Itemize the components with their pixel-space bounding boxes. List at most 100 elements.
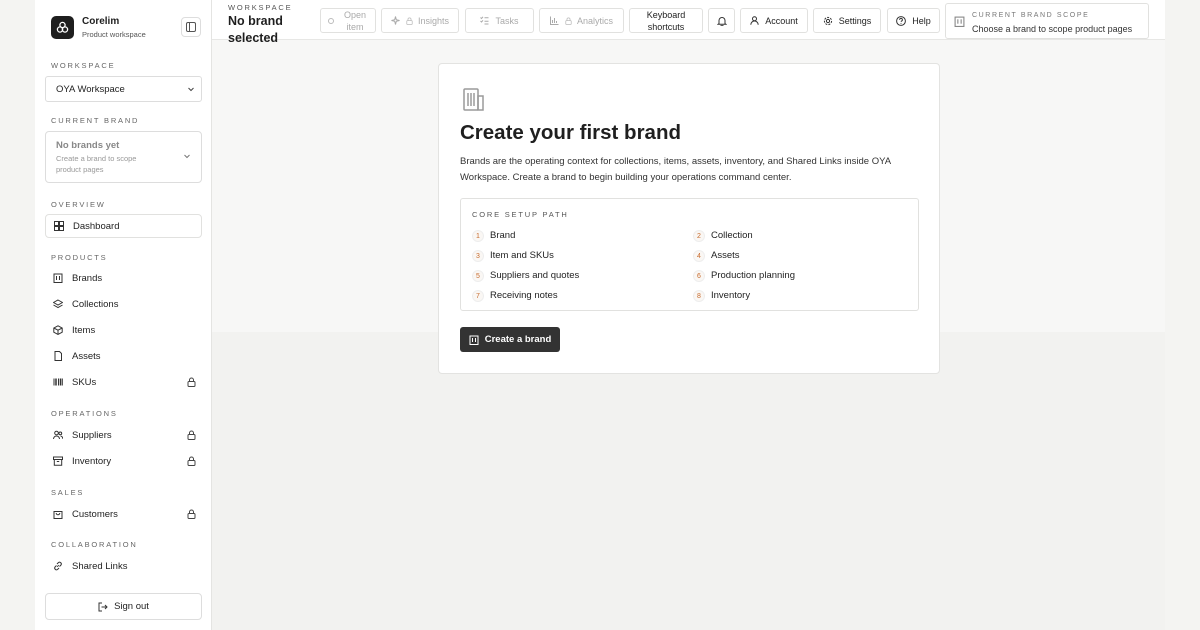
app-window: Corelim Product workspace WORKSPACE OYA … — [35, 0, 1165, 630]
sidebar-item-label: Customers — [72, 508, 118, 520]
brand-selector[interactable]: No brands yet Create a brand to scope pr… — [45, 131, 202, 183]
account-button[interactable]: Account — [740, 8, 808, 33]
lock-icon — [187, 509, 196, 519]
sparkle-icon — [391, 16, 400, 25]
user-icon — [750, 16, 759, 25]
sidebar-item-dashboard[interactable]: Dashboard — [45, 214, 202, 238]
users-icon — [53, 430, 63, 440]
step-label: Item and SKUs — [490, 249, 554, 261]
setup-step: 1 Brand — [472, 228, 515, 242]
setup-step: 6 Production planning — [693, 268, 795, 282]
setup-step: 5 Suppliers and quotes — [472, 268, 579, 282]
sidebar-item-inventory[interactable]: Inventory — [45, 449, 202, 473]
brand-scope-text: Choose a brand to scope product pages — [972, 24, 1133, 34]
setup-path-caption: CORE SETUP PATH — [472, 210, 569, 219]
step-number: 7 — [472, 290, 484, 302]
help-button[interactable]: Help — [887, 8, 940, 33]
operations-section-label: OPERATIONS — [51, 409, 118, 418]
keyboard-shortcuts-label: Keyboard shortcuts — [646, 9, 686, 32]
sidebar-item-suppliers[interactable]: Suppliers — [45, 423, 202, 447]
current-brand-section-label: CURRENT BRAND — [51, 116, 140, 125]
tasks-label: Tasks — [495, 15, 519, 26]
brand-empty-hint: Create a brand to scope product pages — [56, 154, 137, 174]
sidebar-item-brands[interactable]: Brands — [45, 266, 202, 290]
sign-out-label: Sign out — [114, 601, 149, 612]
setup-step: 3 Item and SKUs — [472, 248, 554, 262]
brand-empty-title: No brands yet — [56, 140, 120, 151]
help-label: Help — [912, 15, 931, 26]
analytics-button[interactable]: Analytics — [539, 8, 624, 33]
overview-section-label: OVERVIEW — [51, 200, 106, 209]
sidebar-item-label: SKUs — [72, 376, 97, 388]
step-number: 1 — [472, 230, 484, 242]
sidebar-item-customers[interactable]: Customers — [45, 502, 202, 526]
setup-step: 2 Collection — [693, 228, 753, 242]
lock-icon — [406, 17, 413, 25]
card-description: Brands are the operating context for col… — [460, 156, 891, 183]
step-label: Production planning — [711, 269, 795, 281]
settings-button[interactable]: Settings — [813, 8, 881, 33]
bell-icon — [716, 16, 727, 26]
open-item-button[interactable]: Open item — [320, 8, 376, 33]
keyboard-shortcuts-button[interactable]: Keyboard shortcuts — [629, 8, 703, 33]
products-section-label: PRODUCTS — [51, 253, 108, 262]
create-brand-label: Create a brand — [484, 334, 552, 345]
step-number: 2 — [693, 230, 705, 242]
building-icon — [53, 273, 63, 283]
dashboard-icon — [54, 221, 64, 231]
link-icon — [53, 561, 63, 571]
app-subtitle: Product workspace — [82, 30, 146, 39]
sidebar-item-label: Collections — [72, 298, 119, 310]
step-label: Receiving notes — [490, 289, 558, 301]
sign-out-button[interactable]: Sign out — [45, 593, 202, 620]
file-icon — [53, 351, 63, 361]
step-number: 4 — [693, 250, 705, 262]
lock-icon — [565, 17, 572, 25]
sidebar-item-label: Shared Links — [72, 560, 128, 572]
sidebar-item-label: Suppliers — [72, 429, 112, 441]
setup-step: 7 Receiving notes — [472, 288, 558, 302]
workspace-select[interactable]: OYA Workspace — [45, 76, 202, 102]
sparkle-icon — [328, 17, 334, 24]
barcode-icon — [53, 377, 63, 387]
help-icon — [896, 15, 907, 26]
sidebar-toggle-icon — [186, 22, 196, 32]
notifications-button[interactable] — [708, 8, 735, 33]
create-brand-card: Create your first brand Brands are the o… — [438, 63, 940, 374]
create-brand-button[interactable]: Create a brand — [460, 327, 560, 352]
step-number: 3 — [472, 250, 484, 262]
sidebar-item-label: Dashboard — [73, 220, 120, 232]
sidebar-item-shared-links[interactable]: Shared Links — [45, 554, 202, 578]
step-number: 5 — [472, 270, 484, 282]
step-label: Assets — [711, 249, 740, 261]
chevron-down-icon — [188, 87, 194, 92]
sidebar-item-skus[interactable]: SKUs — [45, 370, 202, 394]
sidebar: Corelim Product workspace WORKSPACE OYA … — [35, 0, 212, 630]
bar-chart-icon — [549, 16, 559, 25]
step-label: Collection — [711, 229, 753, 241]
step-number: 6 — [693, 270, 705, 282]
workspace-section-label: WORKSPACE — [51, 61, 116, 70]
top-bar: WORKSPACE No brand selected Open item In… — [212, 0, 1165, 45]
sidebar-item-collections[interactable]: Collections — [45, 292, 202, 316]
brand-scope-button[interactable]: CURRENT BRAND SCOPE Choose a brand to sc… — [945, 3, 1149, 39]
collapse-sidebar-button[interactable] — [181, 17, 201, 37]
card-title: Create your first brand — [460, 121, 681, 144]
sidebar-item-label: Items — [72, 324, 96, 336]
step-label: Brand — [490, 229, 516, 241]
lock-icon — [187, 456, 196, 466]
sidebar-item-assets[interactable]: Assets — [45, 344, 202, 368]
building-icon — [954, 16, 965, 27]
archive-icon — [53, 456, 63, 466]
account-label: Account — [765, 15, 798, 26]
page-title: No brand selected — [228, 14, 283, 45]
sidebar-item-label: Brands — [72, 272, 103, 284]
building-icon — [463, 88, 484, 111]
building-icon — [469, 335, 479, 345]
step-label: Suppliers and quotes — [490, 269, 580, 281]
collaboration-section-label: COLLABORATION — [51, 540, 138, 549]
tasks-button[interactable]: Tasks — [465, 8, 534, 33]
insights-button[interactable]: Insights — [381, 8, 459, 33]
sidebar-item-items[interactable]: Items — [45, 318, 202, 342]
setup-step: 4 Assets — [693, 248, 740, 262]
